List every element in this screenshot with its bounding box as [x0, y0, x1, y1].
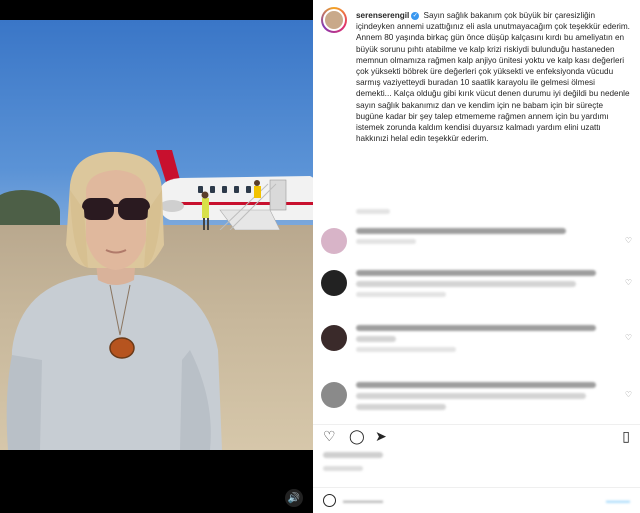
- post-photo: [0, 20, 313, 450]
- caption-paragraph-2: Annem 80 yaşında birkaç gün önce düşüp k…: [356, 33, 630, 144]
- heart-icon[interactable]: ♡: [625, 333, 632, 342]
- caption-section: serenserengil ✓ Sayın sağlık bakanım çok …: [313, 0, 640, 205]
- post-panel: serenserengil ✓ Sayın sağlık bakanım çok …: [313, 0, 640, 513]
- comment-icon[interactable]: ◯: [349, 428, 365, 444]
- comment-bar: ▬▬▬▬▬ ▬▬▬: [313, 487, 640, 513]
- post-comment-button[interactable]: ▬▬▬: [606, 496, 630, 505]
- woman-figure: [6, 151, 222, 450]
- caption-text: serenserengil ✓ Sayın sağlık bakanım çok …: [356, 10, 632, 144]
- comment-input[interactable]: ▬▬▬▬▬: [343, 496, 383, 505]
- heart-icon[interactable]: ♡: [625, 236, 632, 245]
- comment-text: [356, 270, 611, 297]
- comment-text: [356, 325, 611, 352]
- heart-icon[interactable]: ♡: [625, 278, 632, 287]
- comment-item: ♡: [313, 228, 640, 272]
- avatar[interactable]: [321, 228, 347, 254]
- avatar[interactable]: [321, 325, 347, 351]
- comment-item: ♡: [313, 382, 640, 426]
- heart-icon[interactable]: ♡: [323, 428, 336, 444]
- emoji-icon[interactable]: [323, 494, 336, 507]
- avatar[interactable]: [321, 270, 347, 296]
- comment-text: [356, 382, 611, 415]
- caption-meta: [356, 209, 390, 216]
- comment-text: [356, 228, 611, 244]
- username[interactable]: serenserengil: [356, 11, 409, 20]
- like-count[interactable]: [323, 452, 383, 458]
- avatar[interactable]: [321, 7, 347, 33]
- share-icon[interactable]: ➤: [375, 428, 387, 444]
- avatar[interactable]: [321, 382, 347, 408]
- post-media[interactable]: 🔊: [0, 0, 313, 513]
- comment-item: ♡: [313, 325, 640, 369]
- verified-icon: ✓: [411, 11, 420, 20]
- bookmark-icon[interactable]: ▯: [622, 428, 630, 444]
- action-bar: ♡ ◯ ➤ ▯: [313, 424, 640, 446]
- volume-icon[interactable]: 🔊: [285, 489, 303, 507]
- heart-icon[interactable]: ♡: [625, 390, 632, 399]
- post-date: [323, 466, 363, 471]
- comment-item: ♡: [313, 270, 640, 314]
